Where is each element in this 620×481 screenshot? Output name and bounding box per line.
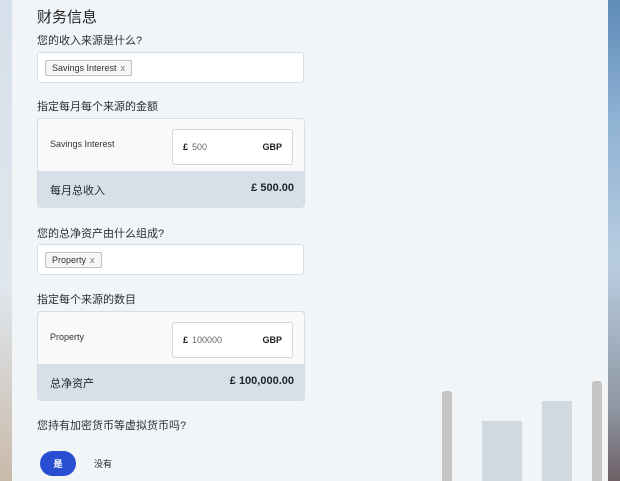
amount-value: 500: [192, 142, 208, 152]
no-button[interactable]: 没有: [80, 451, 126, 476]
income-row-label: Savings Interest: [50, 139, 115, 149]
assets-amount-card: Property £ 100000 GBP 总净资产 £ 100,000.00: [37, 311, 305, 401]
assets-amount-question: 指定每个来源的数目: [37, 294, 136, 306]
background-scene: [392, 370, 620, 481]
remove-tag-icon[interactable]: x: [121, 61, 126, 75]
income-total-row: 每月总收入 £ 500.00: [38, 171, 304, 207]
remove-tag-icon[interactable]: x: [90, 253, 95, 267]
income-sources-select[interactable]: Savings Interest x: [37, 52, 304, 83]
currency-symbol: £: [183, 142, 189, 152]
section-title: 财务信息: [37, 9, 98, 26]
income-total-value: £ 500.00: [251, 182, 294, 194]
assets-total-value: £ 100,000.00: [229, 375, 294, 387]
income-tag[interactable]: Savings Interest x: [45, 60, 133, 76]
currency-code: GBP: [262, 335, 282, 345]
assets-question: 您的总净资产由什么组成?: [37, 228, 165, 240]
assets-sources-select[interactable]: Property x: [37, 244, 304, 275]
crypto-choice: 是 没有: [40, 451, 126, 476]
assets-tag[interactable]: Property x: [45, 252, 102, 268]
income-amount-input[interactable]: £ 500 GBP: [172, 129, 293, 165]
currency-code: GBP: [262, 142, 282, 152]
assets-row: Property £ 100000 GBP: [38, 312, 304, 364]
income-amount-card: Savings Interest £ 500 GBP 每月总收入 £ 500.0…: [37, 118, 305, 208]
assets-amount-input[interactable]: £ 100000 GBP: [172, 322, 293, 358]
income-row: Savings Interest £ 500 GBP: [38, 119, 304, 171]
assets-total-row: 总净资产 £ 100,000.00: [38, 364, 304, 400]
income-tag-label: Savings Interest: [52, 63, 117, 73]
income-amount-question: 指定每月每个来源的金额: [37, 101, 158, 113]
income-total-label: 每月总收入: [50, 185, 105, 197]
crypto-question: 您持有加密货币等虚拟货币吗?: [37, 420, 187, 432]
currency-symbol: £: [183, 335, 189, 345]
assets-tag-label: Property: [52, 255, 87, 265]
yes-button[interactable]: 是: [40, 451, 76, 476]
amount-value: 100000: [192, 335, 223, 345]
assets-total-label: 总净资产: [50, 378, 94, 390]
background-left: [0, 0, 12, 481]
income-question: 您的收入来源是什么?: [37, 35, 143, 47]
assets-row-label: Property: [50, 332, 85, 342]
